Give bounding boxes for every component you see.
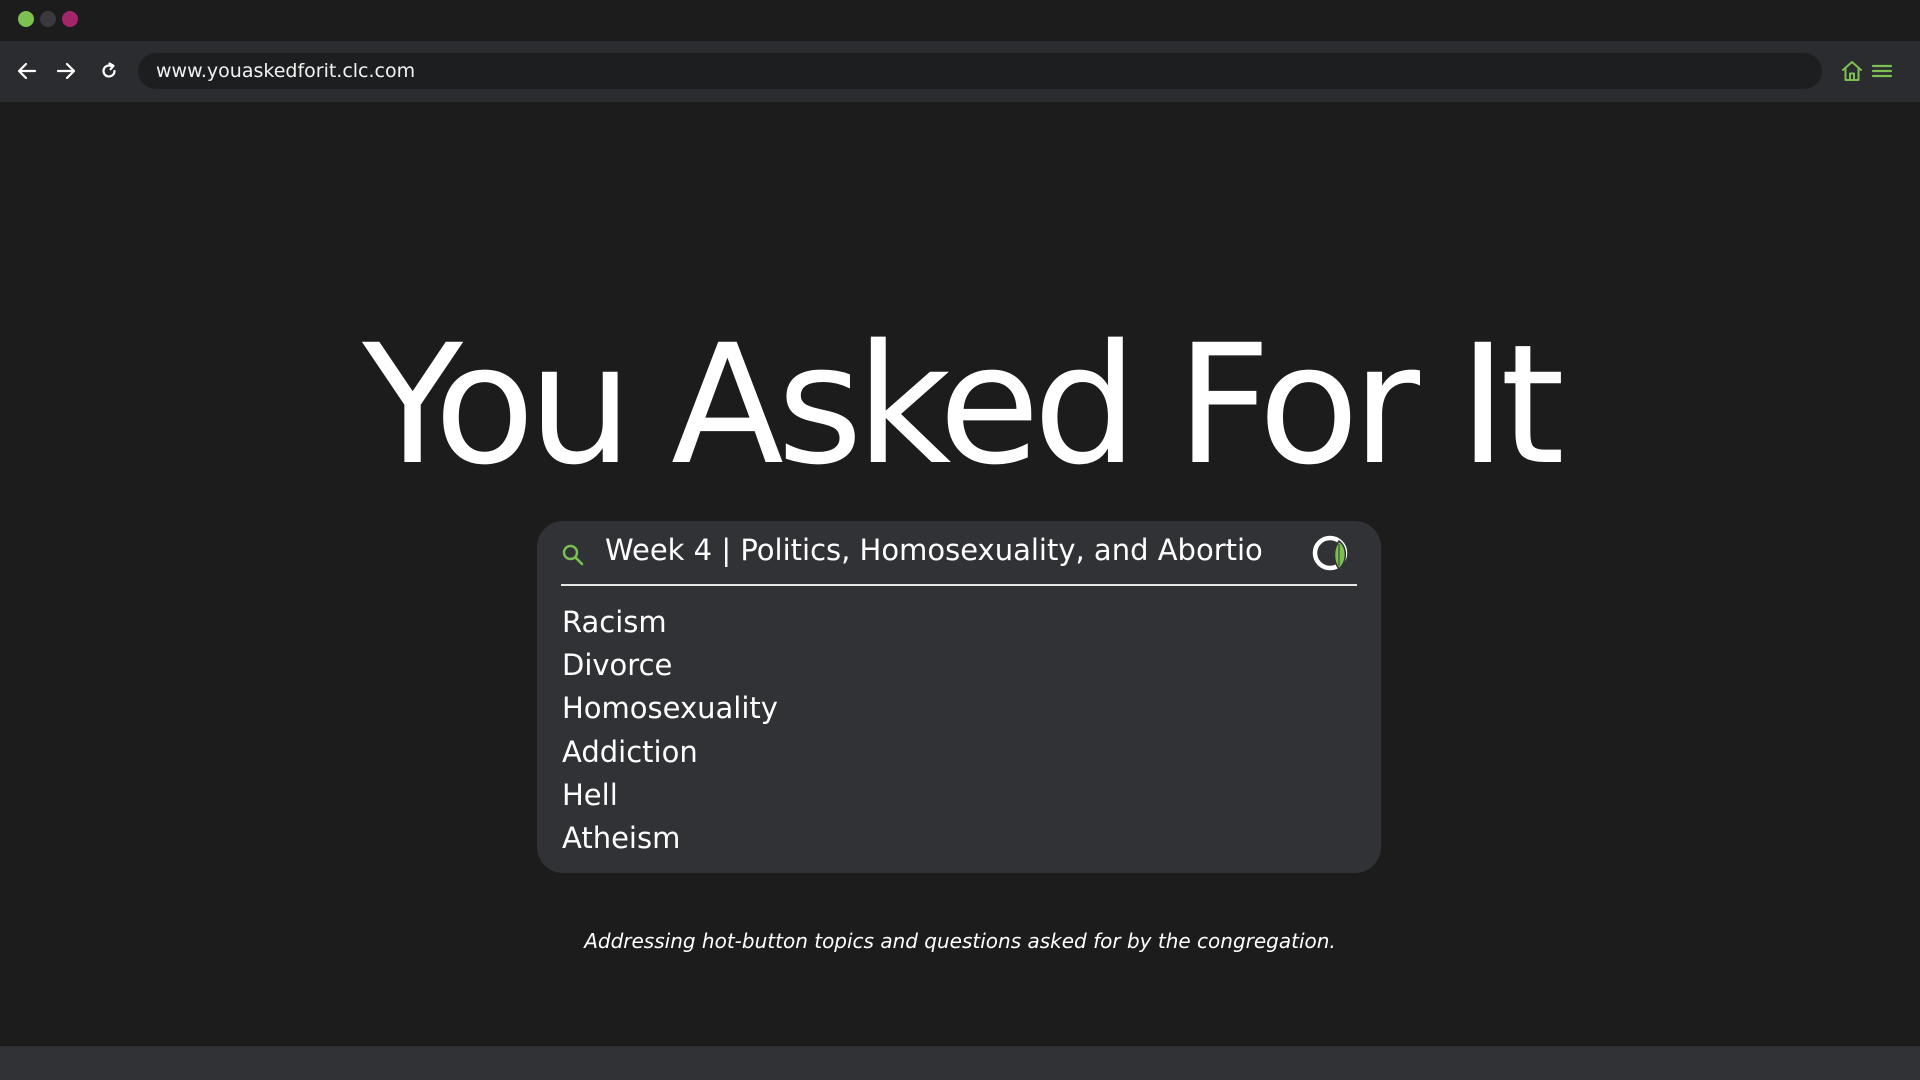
window-titlebar [0,0,1920,41]
home-icon [1842,61,1862,81]
tagline: Addressing hot-button topics and questio… [584,929,1336,953]
reload-button[interactable] [94,56,124,86]
forward-button[interactable] [51,56,81,86]
reload-icon [102,62,116,78]
search-bar [561,521,1357,586]
window-dot-green[interactable] [18,11,34,27]
search-input[interactable] [605,527,1265,573]
suggestion-item-hell[interactable]: Hell [562,774,778,817]
menu-button[interactable] [1867,56,1897,86]
suggestion-item-divorce[interactable]: Divorce [562,644,778,687]
window-dot-gray[interactable] [40,11,56,27]
bottom-bar [0,1046,1920,1080]
suggestion-item-homosexuality[interactable]: Homosexuality [562,687,778,730]
back-button[interactable] [12,56,42,86]
arrow-right-icon [56,62,76,80]
suggestion-list: Racism Divorce Homosexuality Addiction H… [562,601,778,860]
address-bar[interactable]: www.youaskedforit.clc.com [138,53,1822,89]
leaf-logo-icon [1312,535,1348,571]
arrow-left-icon [17,62,37,80]
home-button[interactable] [1837,56,1867,86]
window-dot-magenta[interactable] [62,11,78,27]
suggestion-item-racism[interactable]: Racism [562,601,778,644]
search-icon[interactable] [561,543,585,567]
hamburger-menu-icon [1871,64,1893,78]
suggestion-item-atheism[interactable]: Atheism [562,817,778,860]
page-title: You Asked For It [362,309,1565,501]
suggestion-item-addiction[interactable]: Addiction [562,731,778,774]
browser-toolbar: www.youaskedforit.clc.com [0,41,1920,102]
search-panel: Racism Divorce Homosexuality Addiction H… [537,521,1381,873]
url-text[interactable]: www.youaskedforit.clc.com [156,53,415,89]
